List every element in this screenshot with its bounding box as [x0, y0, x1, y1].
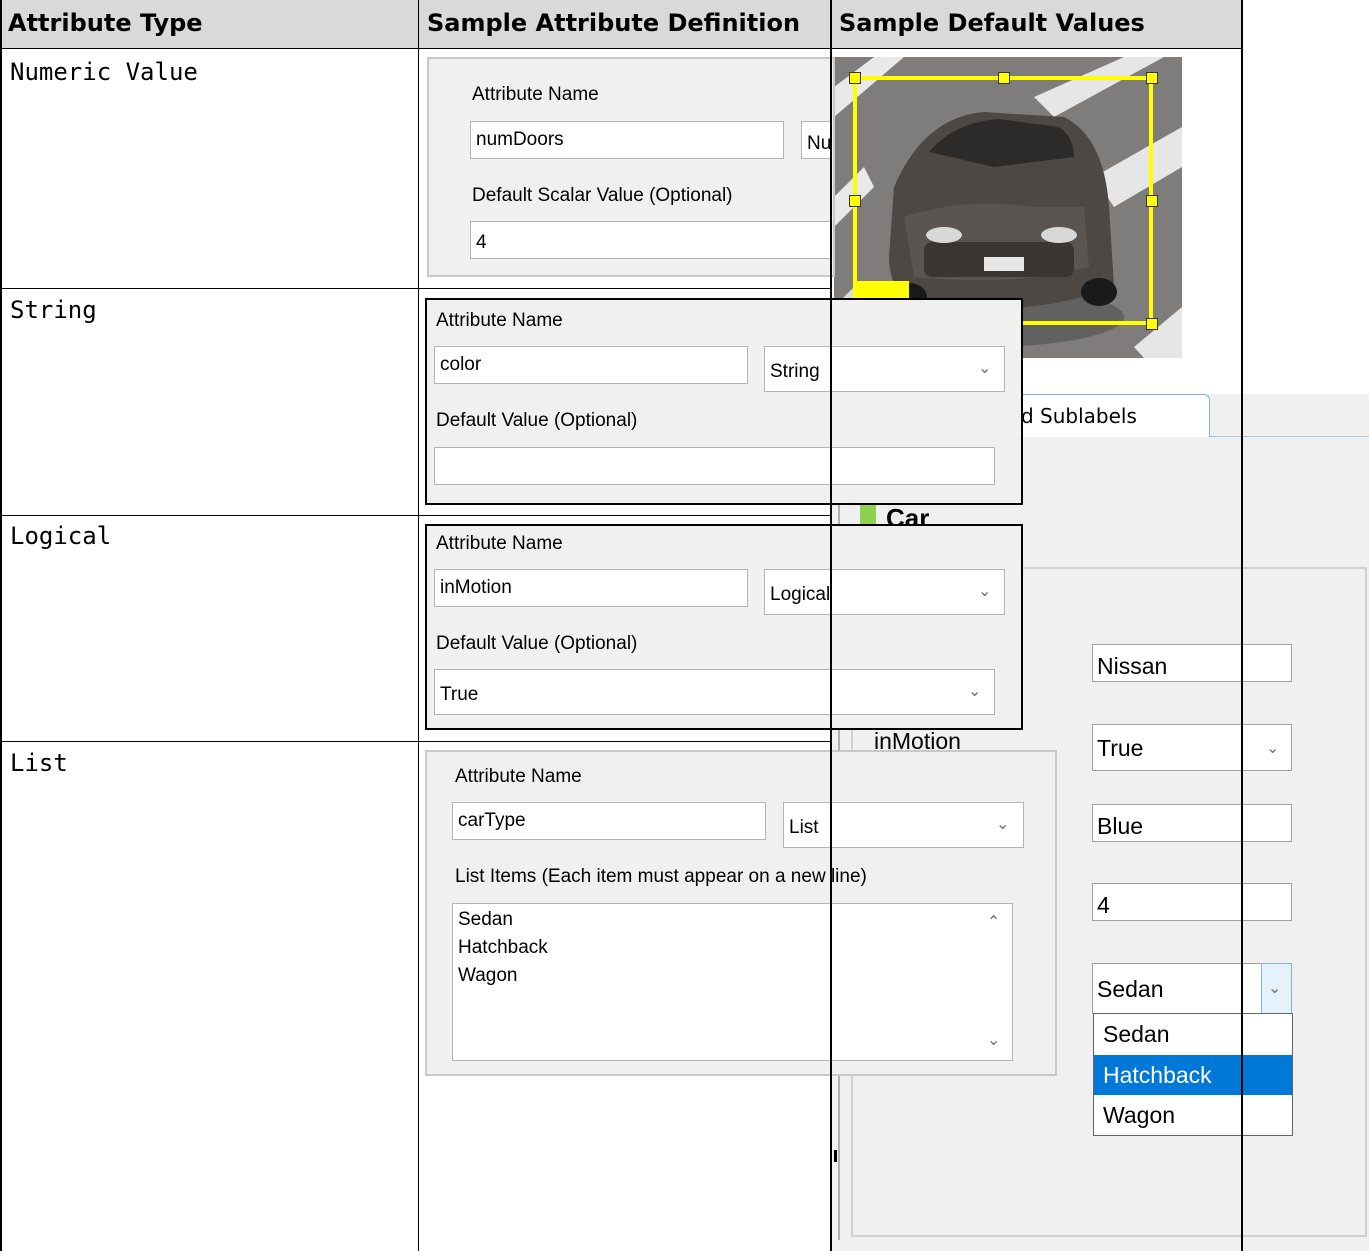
bbox-handle[interactable] [1146, 72, 1158, 84]
table-right-border [1241, 0, 1243, 1251]
table-left-border [0, 0, 2, 1251]
column-divider [830, 0, 832, 1251]
list-item: Sedan [458, 909, 513, 930]
row-type-string: String [10, 296, 97, 324]
numeric-name-field[interactable]: numDoors [470, 121, 784, 159]
bbox-handle[interactable] [849, 72, 861, 84]
logical-type-select[interactable]: Logical [764, 569, 1005, 615]
numeric-name-label: Attribute Name [472, 84, 599, 105]
string-default-label: Default Value (Optional) [436, 410, 638, 431]
dropdown-option-selected[interactable]: Hatchback [1094, 1055, 1292, 1095]
chevron-down-icon[interactable]: ⌄ [1266, 738, 1279, 757]
row-type-logical: Logical [10, 522, 112, 550]
numdoors-field[interactable]: 4 [1092, 883, 1292, 921]
color-field[interactable]: Blue [1092, 804, 1292, 842]
bbox-handle[interactable] [1146, 318, 1158, 330]
bbox-handle[interactable] [1146, 195, 1158, 207]
numeric-default-label: Default Scalar Value (Optional) [472, 185, 733, 206]
header-bottom-border [0, 48, 1243, 49]
list-type-select[interactable]: List [783, 802, 1024, 848]
header-attribute-type: Attribute Type [0, 0, 419, 48]
string-name-label: Attribute Name [436, 310, 563, 331]
inmotion-select[interactable]: True [1092, 724, 1292, 771]
chevron-down-icon[interactable]: ⌄ [996, 814, 1009, 833]
column-divider [418, 0, 419, 1251]
logical-default-select[interactable]: True [434, 669, 995, 715]
dropdown-option[interactable]: Sedan [1094, 1014, 1292, 1054]
chevron-down-icon[interactable]: ⌄ [968, 681, 981, 700]
row-type-numeric: Numeric Value [10, 58, 198, 86]
header-sample-defaults: Sample Default Values [831, 0, 1243, 48]
row-type-list: List [10, 749, 68, 777]
string-default-field[interactable] [434, 447, 995, 485]
scroll-up-icon[interactable]: ⌃ [987, 912, 1000, 931]
bbox-handle[interactable] [849, 195, 861, 207]
bbox-handle[interactable] [998, 72, 1010, 84]
string-type-select[interactable]: String [764, 346, 1005, 392]
dropdown-option[interactable]: Wagon [1094, 1095, 1292, 1135]
numeric-default-field[interactable]: 4 [470, 221, 831, 259]
chevron-down-icon[interactable]: ⌄ [1268, 978, 1281, 997]
inmotion-select-value: True [1097, 735, 1144, 761]
tab-label-text: d Sublabels [1021, 404, 1137, 428]
row-divider [0, 515, 832, 516]
small-tick-mark [834, 1150, 837, 1162]
list-item: Hatchback [458, 937, 548, 958]
string-name-field[interactable]: color [434, 346, 748, 384]
list-name-label: Attribute Name [455, 766, 582, 787]
logical-name-field[interactable]: inMotion [434, 569, 748, 607]
list-item: Wagon [458, 965, 518, 986]
list-name-field[interactable]: carType [452, 802, 766, 840]
logical-name-label: Attribute Name [436, 533, 563, 554]
list-items-label: List Items (Each item must appear on a n… [455, 866, 867, 887]
chevron-down-icon[interactable]: ⌄ [978, 358, 991, 377]
logical-default-label: Default Value (Optional) [436, 633, 638, 654]
cartype-select-value: Sedan [1097, 976, 1164, 1002]
row-divider [0, 741, 832, 742]
header-sample-definition: Sample Attribute Definition [419, 0, 831, 48]
numeric-type-select[interactable]: Nu [801, 121, 831, 159]
row-divider [0, 288, 832, 289]
scroll-down-icon[interactable]: ⌄ [987, 1030, 1000, 1049]
make-field[interactable]: Nissan [1092, 644, 1292, 682]
list-items-textarea[interactable]: Sedan Hatchback Wagon [452, 903, 1013, 1061]
chevron-down-icon[interactable]: ⌄ [978, 581, 991, 600]
